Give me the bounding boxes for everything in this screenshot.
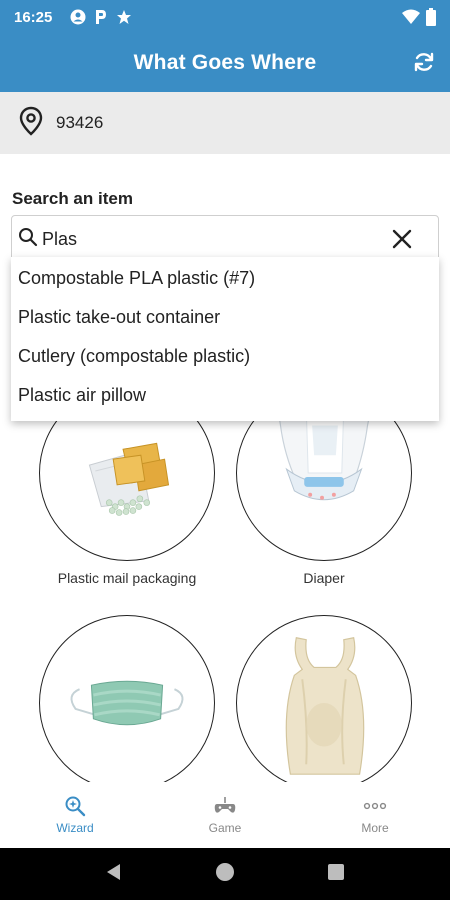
bottom-nav: Wizard Game More bbox=[0, 782, 450, 848]
refresh-icon bbox=[414, 52, 434, 72]
item-tile-plastic-bag[interactable] bbox=[236, 615, 412, 782]
location-pin-icon bbox=[18, 106, 44, 141]
nav-label-game: Game bbox=[208, 821, 242, 835]
item-label: Plastic mail packaging bbox=[57, 570, 197, 586]
plastic-bag-image bbox=[285, 637, 365, 775]
parking-p-icon bbox=[94, 9, 108, 25]
clear-search-button[interactable] bbox=[390, 227, 414, 251]
search-label: Search an item bbox=[12, 189, 133, 208]
search-suggestions: Compostable PLA plastic (#7) Plastic tak… bbox=[11, 257, 439, 421]
status-right bbox=[402, 8, 436, 26]
status-bar: 16:25 bbox=[0, 0, 450, 34]
suggestion-item[interactable]: Cutlery (compostable plastic) bbox=[11, 337, 439, 376]
item-circle bbox=[39, 615, 215, 782]
system-nav-bar bbox=[0, 848, 450, 900]
star-icon bbox=[116, 9, 132, 25]
location-zip: 93426 bbox=[56, 113, 104, 132]
recents-icon[interactable] bbox=[327, 863, 345, 886]
wizard-search-icon bbox=[65, 796, 86, 817]
item-grid: Plastic mail packaging Diaper bbox=[0, 380, 450, 782]
search-input[interactable] bbox=[42, 228, 372, 250]
status-time: 16:25 bbox=[14, 8, 53, 26]
close-icon bbox=[392, 229, 412, 249]
nav-more[interactable]: More bbox=[300, 782, 450, 848]
app-bar: What Goes Where bbox=[0, 34, 450, 92]
face-mask-image bbox=[70, 680, 184, 726]
suggestion-item[interactable]: Compostable PLA plastic (#7) bbox=[11, 259, 439, 298]
refresh-button[interactable] bbox=[410, 48, 438, 76]
item-label: Diaper bbox=[303, 570, 345, 586]
suggestion-item[interactable]: Plastic take-out container bbox=[11, 298, 439, 337]
app-title: What Goes Where bbox=[133, 51, 317, 74]
game-controller-icon bbox=[214, 797, 236, 813]
search-icon bbox=[18, 227, 38, 252]
nav-label-wizard: Wizard bbox=[56, 821, 94, 835]
suggestion-item[interactable]: Plastic air pillow bbox=[11, 376, 439, 415]
location-bar[interactable]: 93426 bbox=[0, 92, 450, 154]
home-icon[interactable] bbox=[214, 861, 236, 888]
more-dots-icon bbox=[363, 802, 387, 810]
search-box bbox=[11, 215, 439, 263]
status-left: 16:25 bbox=[14, 9, 132, 26]
account-circle-icon bbox=[70, 9, 86, 25]
wifi-icon bbox=[402, 9, 420, 25]
battery-icon bbox=[426, 8, 436, 26]
nav-game[interactable]: Game bbox=[150, 782, 300, 848]
back-icon[interactable] bbox=[105, 863, 123, 886]
item-circle bbox=[236, 615, 412, 782]
nav-wizard[interactable]: Wizard bbox=[0, 782, 150, 848]
nav-label-more: More bbox=[361, 821, 389, 835]
item-tile-face-mask[interactable] bbox=[39, 615, 215, 782]
